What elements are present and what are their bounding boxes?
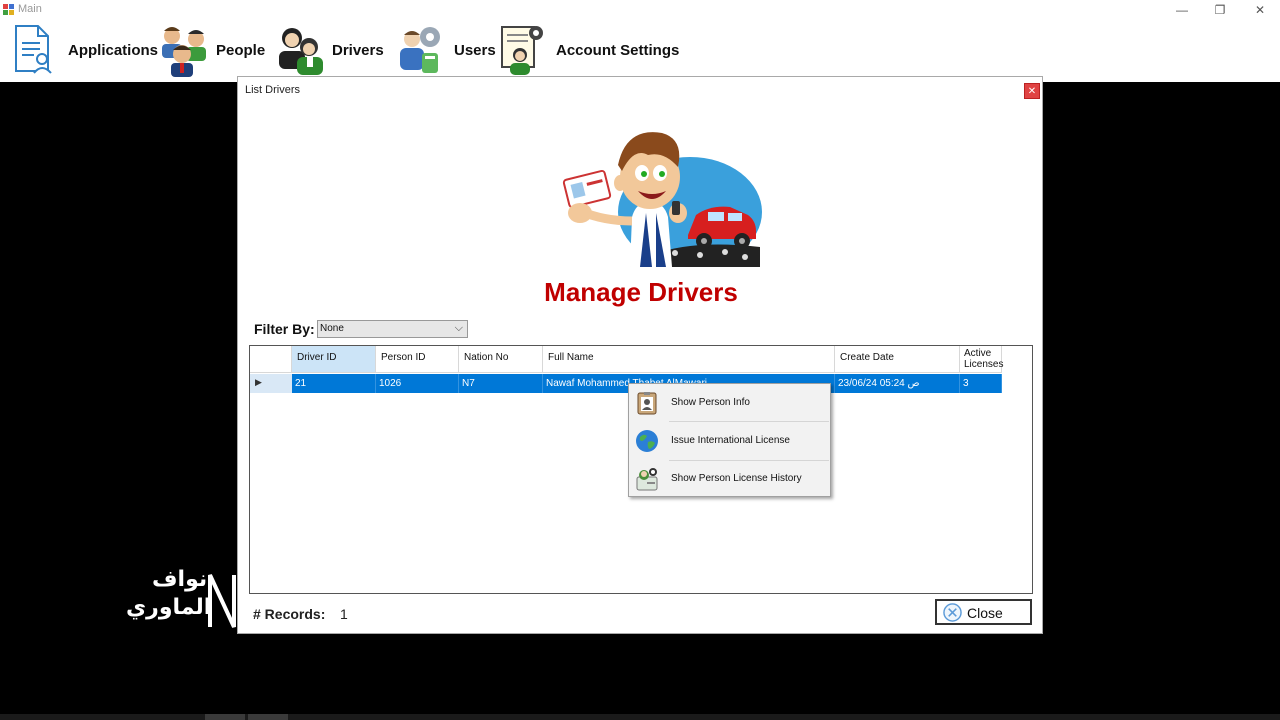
person-card-icon (637, 392, 657, 415)
menu-users-label: Users (454, 41, 496, 59)
col-header-full-name[interactable]: Full Name (543, 346, 835, 373)
minimize-button[interactable]: — (1162, 0, 1202, 20)
users-settings-icon (396, 23, 448, 77)
cell-person-id[interactable]: 1026 (376, 374, 459, 393)
cell-driver-id[interactable]: 21 (292, 374, 376, 393)
filter-by-label: Filter By: (254, 321, 315, 337)
watermark-line1: نواف (152, 567, 208, 592)
dialog-close-button[interactable]: ✕ (1024, 83, 1040, 99)
menu-item-label: Issue International License (671, 435, 790, 446)
col-header-nation-no[interactable]: Nation No (459, 346, 543, 373)
grid-header: Driver ID Person ID Nation No Full Name … (250, 346, 1003, 373)
taskbar-item[interactable] (205, 714, 245, 720)
close-circle-icon (943, 603, 962, 622)
menu-drivers[interactable]: Drivers (274, 22, 384, 78)
cell-create-date[interactable]: 23/06/24 05:24 ص (835, 374, 960, 393)
people-group-icon (158, 23, 210, 77)
window-close-button[interactable]: ✕ (1240, 0, 1280, 20)
menu-users[interactable]: Users (396, 22, 496, 78)
filter-by-select[interactable]: None ⌵ (317, 320, 468, 338)
menu-item-show-person-info[interactable]: Show Person Info (629, 385, 830, 422)
records-count: 1 (340, 606, 348, 622)
watermark-line2: الماوري (126, 595, 212, 620)
close-button-label: Close (967, 605, 1003, 621)
app-icon (3, 4, 14, 15)
col-header-person-id[interactable]: Person ID (376, 346, 459, 373)
globe-icon (636, 430, 658, 452)
drivers-icon (274, 23, 326, 77)
row-header[interactable]: ▶ (250, 374, 292, 393)
taskbar-item[interactable] (248, 714, 288, 720)
window-title: Main (18, 3, 42, 15)
table-row[interactable]: ▶ 21 1026 N7 Nawaf Mohammed Thabet AlMaw… (250, 374, 1002, 393)
menu-account-settings[interactable]: Account Settings (498, 22, 679, 78)
row-pointer-icon: ▶ (255, 377, 262, 387)
col-header-active-licenses[interactable]: Active Licenses (960, 346, 1003, 373)
row-context-menu: Show Person Info Issue International Lic… (628, 383, 831, 497)
col-header-driver-id[interactable]: Driver ID (292, 346, 376, 373)
grid-corner-header (250, 346, 292, 373)
menu-people[interactable]: People (158, 22, 265, 78)
filter-selected-value: None (320, 323, 344, 334)
chevron-down-icon: ⌵ (454, 322, 463, 334)
list-drivers-dialog: List Drivers ✕ Manage Drivers Filter By:… (237, 76, 1043, 634)
dialog-title: List Drivers (245, 84, 301, 96)
license-history-icon (636, 468, 658, 491)
main-title-bar: Main — ❐ ✕ (0, 0, 1280, 20)
records-label: # Records: (253, 606, 326, 622)
cell-active-licenses[interactable]: 3 (960, 374, 1002, 393)
menu-item-label: Show Person License History (671, 473, 802, 484)
driver-cartoon-illustration (562, 132, 762, 267)
watermark-n-mark (208, 574, 236, 628)
menu-applications[interactable]: Applications (10, 22, 158, 78)
watermark-logo: نواف الماوري (122, 565, 242, 635)
menu-account-settings-label: Account Settings (556, 41, 680, 59)
menu-item-issue-international-license[interactable]: Issue International License (629, 423, 830, 460)
taskbar (0, 714, 1280, 720)
menu-item-label: Show Person Info (671, 397, 750, 408)
close-button[interactable]: Close (935, 599, 1032, 625)
main-menu-bar: Applications People Drivers Users Accoun… (0, 20, 1280, 82)
menu-people-label: People (216, 41, 266, 59)
cell-nation-no[interactable]: N7 (459, 374, 543, 393)
menu-separator (669, 421, 829, 422)
menu-item-show-person-license-history[interactable]: Show Person License History (629, 461, 830, 498)
menu-drivers-label: Drivers (332, 41, 384, 59)
col-header-create-date[interactable]: Create Date (835, 346, 960, 373)
page-title: Manage Drivers (544, 277, 738, 307)
menu-applications-label: Applications (68, 41, 159, 59)
restore-button[interactable]: ❐ (1200, 0, 1240, 20)
account-settings-icon (498, 23, 550, 77)
applications-document-icon (10, 23, 62, 77)
